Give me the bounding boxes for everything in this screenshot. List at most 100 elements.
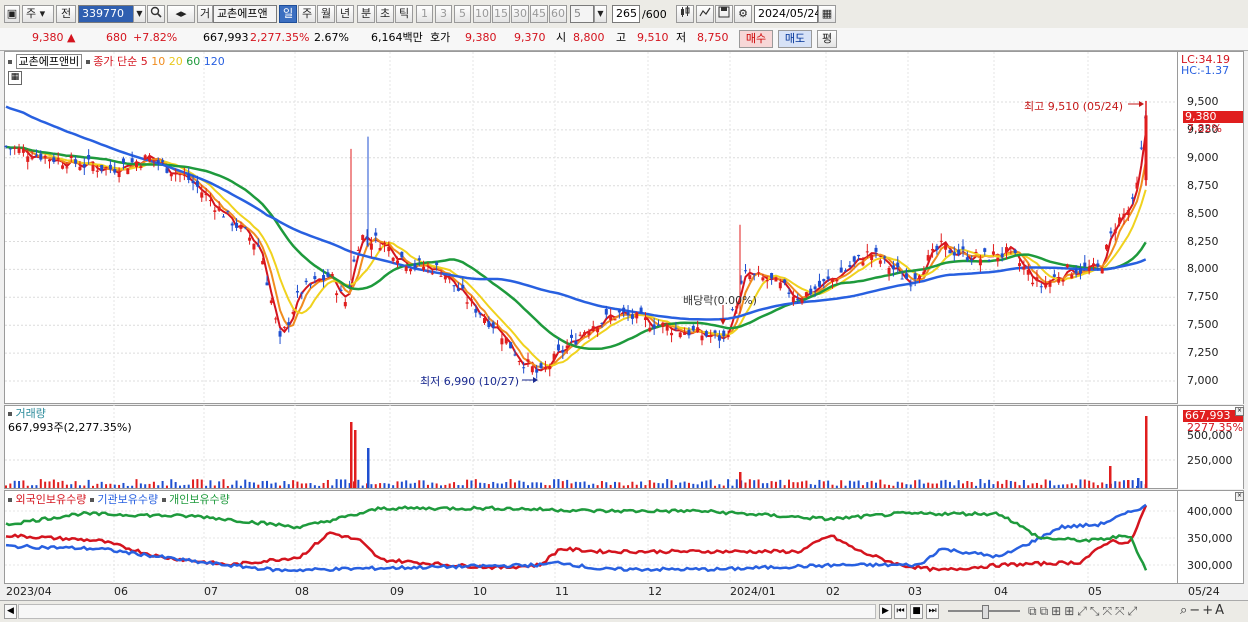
candle-body (500, 338, 504, 345)
first-icon[interactable]: ⏮ (894, 604, 907, 619)
legend-marker-icon (8, 498, 12, 502)
volume-bar (796, 482, 799, 488)
candle-body (748, 275, 752, 280)
last-icon[interactable]: ⏭ (926, 604, 939, 619)
candle-body (600, 322, 604, 324)
volume-bar (392, 485, 395, 488)
candle-body (300, 292, 304, 294)
chart-tools-icons[interactable]: ⧉⧉⊞⊞⤢⤡⤧⤧⤢ (1028, 604, 1140, 619)
table-toggle-icon[interactable]: ▦ (8, 71, 22, 85)
candle-body (848, 265, 852, 267)
ma-60[interactable]: 60 (186, 55, 200, 68)
candle-body (1026, 269, 1030, 275)
candle-body (974, 251, 978, 253)
volume-bar (653, 482, 656, 488)
candle-body (870, 254, 874, 261)
volume-bar (696, 484, 699, 488)
volume-bar (113, 484, 116, 488)
volume-bar (339, 479, 342, 488)
volume-bar (248, 481, 251, 488)
ma-10[interactable]: 10 (151, 55, 165, 68)
candle-body (778, 282, 782, 289)
candle-body (448, 277, 452, 280)
scroll-track[interactable] (18, 604, 876, 619)
ma-5[interactable]: 5 (141, 55, 148, 68)
candle-body (774, 277, 778, 282)
candle-body (274, 318, 278, 320)
volume-bar (587, 484, 590, 488)
candle-body (831, 278, 834, 282)
candle-body (200, 192, 204, 198)
volume-bar (840, 480, 843, 488)
volume-bar (413, 482, 416, 488)
x-label-09: 09 (390, 585, 404, 598)
volume-bar (1122, 480, 1125, 488)
legend-marker-icon (89, 498, 94, 502)
volume-bar (548, 485, 551, 488)
candle-body (413, 263, 417, 268)
price-tick-label: 8,250 (1187, 234, 1219, 248)
volume-spike-bar (1145, 416, 1148, 488)
candle-body (622, 307, 626, 313)
candle-body (104, 167, 108, 169)
candle-body (239, 224, 243, 229)
candle-body (217, 206, 221, 211)
candle-body (17, 147, 21, 153)
candle-body (248, 237, 252, 241)
zoom-in-icon[interactable]: + (1202, 603, 1215, 618)
foreign-holding-label[interactable]: 외국인보유수량 (16, 493, 87, 506)
volume-bar (992, 484, 995, 488)
scroll-left-icon[interactable]: ◀ (4, 604, 17, 619)
volume-bar (270, 483, 273, 488)
candle-body (178, 174, 182, 176)
volume-bar (479, 482, 482, 488)
volume-bar (1044, 479, 1047, 488)
zoom-slider-handle[interactable] (982, 605, 989, 619)
volume-bar (1027, 485, 1030, 488)
volume-bar (1140, 481, 1143, 488)
volume-bar (209, 480, 212, 488)
volume-bar (914, 480, 917, 488)
volume-bar (435, 483, 438, 488)
candle-body (665, 324, 669, 331)
candle-body (391, 257, 395, 261)
volume-bar (988, 479, 991, 488)
volume-bar (96, 483, 99, 488)
individual-holding-label[interactable]: 개인보유수량 (169, 493, 230, 506)
volume-bar (44, 481, 47, 488)
volume-bar (679, 482, 682, 488)
candle-body (204, 193, 208, 196)
candle-body (156, 160, 160, 164)
candle-body (691, 325, 695, 331)
scroll-right-icon[interactable]: ▶ (879, 604, 892, 619)
ma-120[interactable]: 120 (204, 55, 225, 68)
volume-bar (135, 479, 138, 488)
volume-bar (1040, 484, 1043, 488)
ma-label[interactable]: 종가 단순 (93, 55, 137, 68)
volume-bar (522, 481, 525, 488)
price-panel-name[interactable]: 교촌에프앤비 (15, 54, 83, 69)
volume-bar (231, 484, 234, 488)
ma-20[interactable]: 20 (169, 55, 183, 68)
holding-panel-close-icon[interactable]: × (1235, 492, 1244, 501)
volume-bar (827, 480, 830, 488)
institution-holding-label[interactable]: 기관보유수량 (97, 493, 158, 506)
stop-icon[interactable]: ■ (910, 604, 923, 619)
text-size-icon[interactable]: A (1215, 603, 1226, 618)
candle-body (430, 273, 434, 275)
candle-body (626, 312, 630, 316)
candle-body (1139, 147, 1143, 149)
volume-bar (192, 479, 195, 488)
volume-panel-close-icon[interactable]: × (1235, 407, 1244, 416)
candle-body (918, 275, 921, 280)
candle-body (8, 148, 12, 150)
candle-body (1109, 231, 1113, 234)
candle-body (526, 359, 530, 362)
candle-body (687, 329, 691, 336)
candle-body (561, 350, 565, 353)
volume-bar (1009, 480, 1012, 488)
candle-body (61, 165, 65, 169)
candle-body (113, 169, 117, 173)
zoom-icon[interactable]: ⌕ (1180, 603, 1189, 618)
zoom-out-icon[interactable]: − (1189, 603, 1202, 618)
